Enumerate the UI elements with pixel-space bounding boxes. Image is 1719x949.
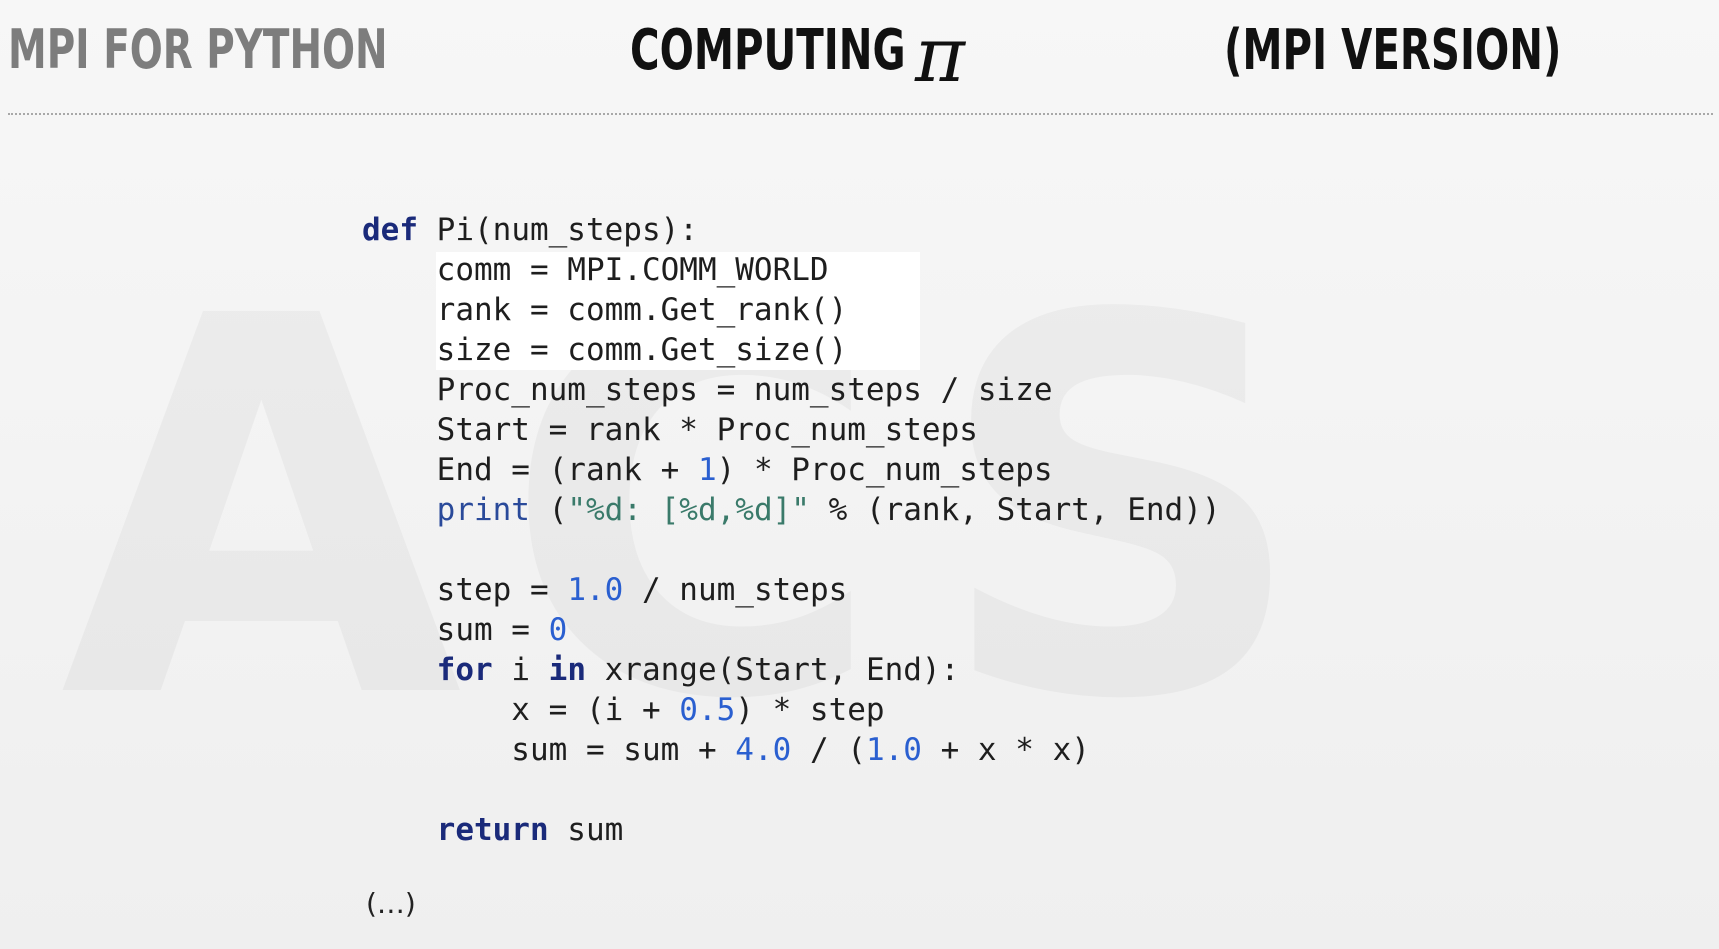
code-line: for i in xrange(Start, End): bbox=[362, 650, 1221, 690]
code-token: 1 bbox=[697, 452, 717, 488]
code-token: + x * x) bbox=[921, 732, 1090, 768]
code-token: 0 bbox=[548, 612, 568, 648]
code-token: End = (rank + bbox=[362, 452, 698, 488]
code-token: i bbox=[492, 652, 549, 688]
code-line: print ("%d: [%d,%d]" % (rank, Start, End… bbox=[362, 490, 1221, 530]
code-token: % (rank, Start, End)) bbox=[809, 492, 1221, 528]
code-token: step = bbox=[362, 572, 568, 608]
code-token: Pi(num_steps): bbox=[418, 212, 698, 248]
slide: ACS MPI FOR PYTHON COMPUTING π (MPI VERS… bbox=[0, 0, 1719, 949]
code-block: def Pi(num_steps): comm = MPI.COMM_WORLD… bbox=[362, 210, 1221, 850]
code-token: def bbox=[362, 212, 418, 248]
code-token: x = (i + bbox=[362, 692, 680, 728]
code-line: sum = 0 bbox=[362, 610, 1221, 650]
section-title: MPI FOR PYTHON bbox=[8, 18, 388, 81]
code-token: 4.0 bbox=[735, 732, 792, 768]
code-line: step = 1.0 / num_steps bbox=[362, 570, 1221, 610]
code-token: rank = comm.Get_rank() bbox=[362, 292, 848, 328]
code-token: size = comm.Get_size() bbox=[362, 332, 848, 368]
slide-title: COMPUTING bbox=[630, 18, 906, 83]
code-token: ( bbox=[529, 492, 568, 528]
code-line: Proc_num_steps = num_steps / size bbox=[362, 370, 1221, 410]
code-token: for bbox=[436, 652, 493, 688]
code-token: 0.5 bbox=[679, 692, 736, 728]
code-line: def Pi(num_steps): bbox=[362, 210, 1221, 250]
code-token: ) * Proc_num_steps bbox=[716, 452, 1053, 488]
code-token: sum = bbox=[362, 612, 549, 648]
header-divider bbox=[8, 113, 1713, 115]
slide-header: MPI FOR PYTHON COMPUTING π (MPI VERSION) bbox=[0, 0, 1719, 115]
code-token: in bbox=[548, 652, 586, 688]
code-line: x = (i + 0.5) * step bbox=[362, 690, 1221, 730]
code-line: size = comm.Get_size() bbox=[362, 330, 1221, 370]
code-token: Proc_num_steps = num_steps / size bbox=[362, 372, 1053, 408]
code-line: sum = sum + 4.0 / (1.0 + x * x) bbox=[362, 730, 1221, 770]
code-token: "%d: [%d,%d]" bbox=[567, 492, 810, 528]
code-line: comm = MPI.COMM_WORLD bbox=[362, 250, 1221, 290]
code-line: Start = rank * Proc_num_steps bbox=[362, 410, 1221, 450]
code-token: 1.0 bbox=[567, 572, 624, 608]
pi-symbol: π bbox=[915, 10, 965, 99]
code-token: print bbox=[436, 492, 530, 528]
code-token: 1.0 bbox=[865, 732, 922, 768]
code-token: ) * step bbox=[735, 692, 885, 728]
code-token: sum bbox=[548, 812, 624, 848]
code-token: / num_steps bbox=[623, 572, 848, 608]
code-line: End = (rank + 1) * Proc_num_steps bbox=[362, 450, 1221, 490]
code-token: xrange(Start, End): bbox=[585, 652, 960, 688]
continuation-marker: (…) bbox=[366, 887, 416, 920]
code-token: return bbox=[436, 812, 549, 848]
code-token: Start = rank * Proc_num_steps bbox=[362, 412, 978, 448]
code-line: return sum bbox=[362, 810, 1221, 850]
code-line: rank = comm.Get_rank() bbox=[362, 290, 1221, 330]
code-token: sum = sum + bbox=[362, 732, 736, 768]
code-token: comm = MPI.COMM_WORLD bbox=[362, 252, 829, 288]
code-token: / ( bbox=[791, 732, 866, 768]
slide-subtitle: (MPI VERSION) bbox=[1224, 18, 1562, 83]
